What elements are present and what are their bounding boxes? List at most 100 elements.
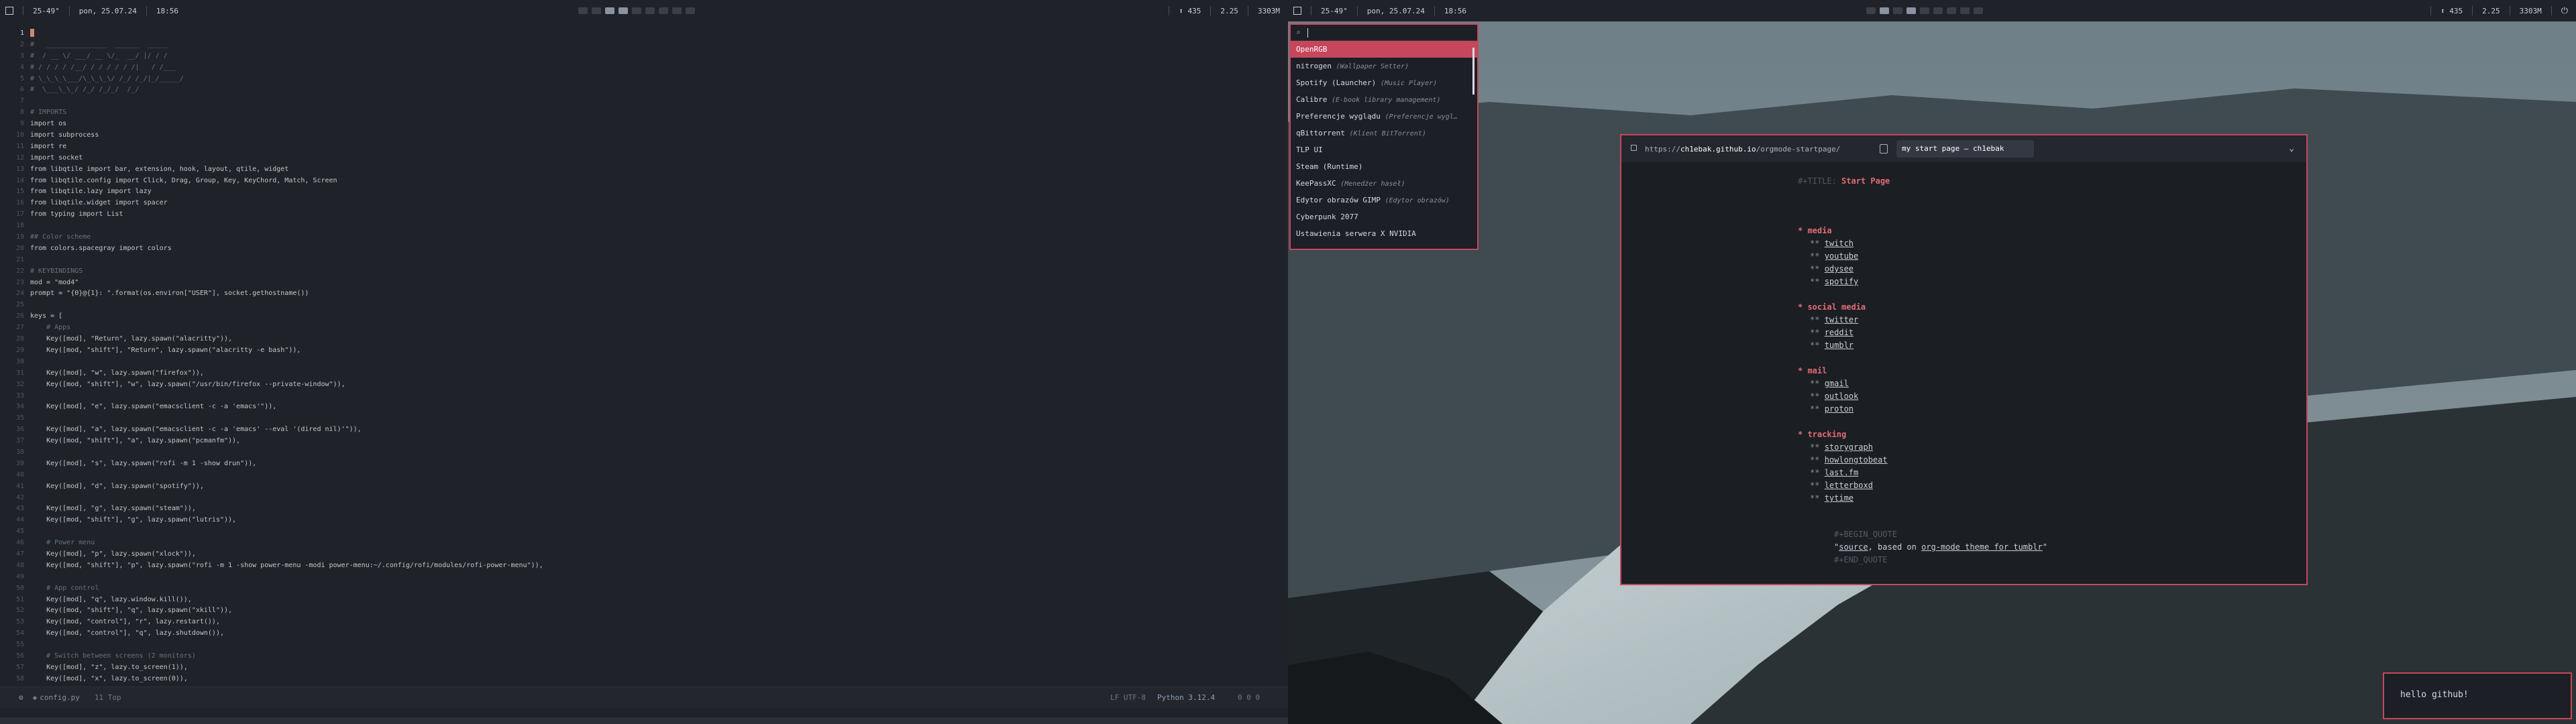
line-number: 41: [15, 482, 24, 490]
rofi-item[interactable]: nitrogen (Wallpaper Setter): [1291, 58, 1477, 74]
group-7-button[interactable]: [659, 7, 668, 14]
group-3-button-right[interactable]: [1893, 7, 1902, 14]
startpage-link[interactable]: storygraph: [1825, 442, 1873, 452]
startpage-link[interactable]: youtube: [1825, 251, 1859, 261]
startpage-link[interactable]: outlook: [1825, 391, 1859, 401]
startpage-link[interactable]: proton: [1825, 404, 1854, 414]
code-buffer[interactable]: # _______________ ______ _____ # / __ \/ …: [30, 28, 1278, 697]
section-title: tracking: [1807, 430, 1847, 439]
rofi-item[interactable]: Preferencje wyglądu (Preferencje wygl…: [1291, 108, 1477, 125]
startpage-link[interactable]: reddit: [1825, 328, 1854, 337]
layout-icon[interactable]: [5, 7, 13, 15]
group-5-button[interactable]: [632, 7, 641, 14]
startpage-link[interactable]: spotify: [1825, 277, 1859, 286]
group-1-button-right[interactable]: [1866, 7, 1876, 14]
rofi-item[interactable]: qBittorrent (Klient BitTorrent): [1291, 125, 1477, 141]
code-text: Key([mod], "z", lazy.to_screen(1)),: [30, 663, 188, 671]
startpage-link[interactable]: last.fm: [1825, 468, 1859, 477]
theme-link[interactable]: org-mode theme for tumblr: [1921, 542, 2043, 552]
url-text[interactable]: https://ch1ebak.github.io/orgmode-startp…: [1645, 145, 1840, 154]
updates-count-right: 435: [2449, 6, 2463, 15]
line-number: 57: [15, 663, 24, 671]
group-8-button[interactable]: [672, 7, 682, 14]
rofi-item[interactable]: TLP UI: [1291, 141, 1477, 158]
code-text: Key([mod, "shift"], "w", lazy.spawn("/us…: [30, 380, 345, 388]
subheading-stars: **: [1810, 481, 1825, 490]
line-number: 20: [15, 244, 24, 252]
notification-toast[interactable]: hello github!: [2383, 672, 2572, 719]
url-bar[interactable]: https://ch1ebak.github.io/orgmode-startp…: [1621, 135, 2306, 162]
rofi-item[interactable]: OpenRGB: [1291, 41, 1477, 58]
title-keyword: #+TITLE:: [1798, 176, 1837, 186]
code-line: from libqtile import bar, extension, hoo…: [30, 164, 1278, 176]
code-text: keys = [: [30, 312, 63, 320]
group-2-button-right[interactable]: [1880, 7, 1889, 14]
code-line: from colors.spacegray import colors: [30, 243, 1278, 255]
copy-icon[interactable]: [1880, 144, 1888, 154]
link-row: ** storygraph: [1810, 442, 1873, 452]
startpage-link[interactable]: howlongtobeat: [1825, 455, 1888, 465]
rofi-item[interactable]: Edytor obrazów GIMP (Edytor obrazów): [1291, 192, 1477, 208]
group-7-button-right[interactable]: [1947, 7, 1956, 14]
line-number: 4: [19, 63, 24, 71]
rofi-scrollbar[interactable]: [1472, 48, 1474, 95]
chevron-down-icon[interactable]: ⌄: [2289, 143, 2294, 154]
startpage-link[interactable]: letterboxd: [1825, 481, 1873, 490]
code-line: prompt = "{0}@{1}: ".format(os.environ["…: [30, 288, 1278, 300]
code-line: # IMPORTS: [30, 107, 1278, 119]
line-number: 5: [19, 74, 24, 82]
rofi-item-name: OpenRGB: [1296, 45, 1328, 54]
section-title: media: [1807, 226, 1832, 235]
rofi-launcher[interactable]: ⌕ OpenRGB nitrogen (Wallpaper Setter) Spot…: [1289, 23, 1479, 250]
startpage-link[interactable]: tytime: [1825, 493, 1854, 503]
rofi-item[interactable]: Calibre (E-book library management): [1291, 91, 1477, 108]
link-row: ** twitch: [1810, 239, 1854, 248]
updates-count: 435: [1187, 6, 1201, 15]
startpage-link[interactable]: twitch: [1825, 239, 1854, 248]
group-9-button[interactable]: [686, 7, 695, 14]
line-number: 26: [15, 312, 24, 320]
group-3-button[interactable]: [605, 7, 614, 14]
group-9-button-right[interactable]: [1974, 7, 1983, 14]
browser-window[interactable]: https://ch1ebak.github.io/orgmode-startp…: [1620, 134, 2308, 585]
startpage-link[interactable]: gmail: [1825, 379, 1849, 388]
group-1-button[interactable]: [578, 7, 588, 14]
startpage-link[interactable]: odysee: [1825, 264, 1854, 274]
group-5-button-right[interactable]: [1920, 7, 1929, 14]
rofi-item[interactable]: Cyberpunk 2077: [1291, 208, 1477, 225]
line-number: 15: [15, 188, 24, 196]
rofi-item[interactable]: KeePassXC (Menedżer haseł): [1291, 175, 1477, 192]
lock-icon: [1631, 145, 1637, 151]
startpage-link[interactable]: twitter: [1825, 315, 1859, 324]
group-6-button-right[interactable]: [1933, 7, 1943, 14]
time-label-right: 18:56: [1444, 6, 1466, 15]
rofi-search[interactable]: ⌕: [1291, 25, 1477, 41]
group-6-button[interactable]: [645, 7, 655, 14]
quote-begin: #+BEGIN_QUOTE: [1834, 530, 1897, 539]
group-4-button-right[interactable]: [1907, 7, 1916, 14]
emacs-editor[interactable]: 1 2 3 4 5 6 7 8 9 10 11 12 13 14 15 16 17 18 19 20 21 22 23 24 2…: [0, 21, 1288, 713]
rofi-item[interactable]: Spotify (Launcher) (Music Player): [1291, 74, 1477, 91]
rofi-item[interactable]: Steam (Runtime): [1291, 158, 1477, 175]
heading-star: *: [1798, 302, 1808, 312]
rofi-item-name: Calibre: [1296, 95, 1328, 104]
group-8-button-right[interactable]: [1960, 7, 1970, 14]
power-icon[interactable]: ⏻: [2561, 6, 2568, 16]
line-number: 50: [15, 584, 24, 592]
group-4-button[interactable]: [619, 7, 628, 14]
code-line: Key([mod], "q", lazy.window.kill()),: [30, 595, 1278, 606]
source-link[interactable]: source: [1839, 542, 1868, 552]
code-text: from typing import List: [30, 210, 123, 219]
code-text: # _______________ ______ _____: [30, 40, 168, 48]
group-2-button[interactable]: [592, 7, 601, 14]
layout-icon-right[interactable]: [1293, 7, 1301, 15]
tab-title[interactable]: my start page — ch1ebak: [1896, 140, 2034, 158]
rofi-item[interactable]: Ustawienia serwera X NVIDIA: [1291, 225, 1477, 242]
quote-end: #+END_QUOTE: [1834, 555, 1888, 564]
startpage-link[interactable]: tumblr: [1825, 341, 1854, 350]
rofi-item-name: TLP UI: [1296, 145, 1323, 154]
line-number: 58: [15, 674, 24, 682]
rofi-item-description: (Klient BitTorrent): [1349, 130, 1426, 137]
startpage-content: #+TITLE: Start Page * media ** twitch ** y…: [1621, 162, 2306, 584]
